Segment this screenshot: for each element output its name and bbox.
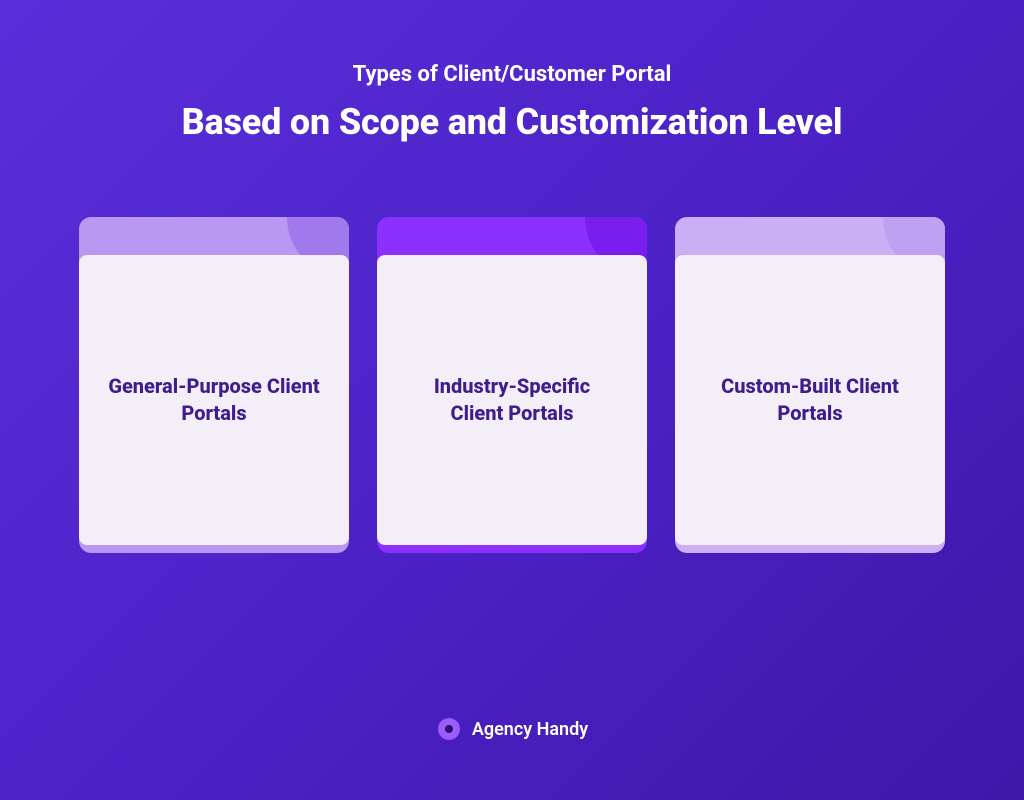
card-body: General-Purpose Client Portals — [79, 255, 349, 545]
card-custom-built: Custom-Built Client Portals — [675, 217, 945, 553]
card-label: General-Purpose Client Portals — [107, 373, 321, 427]
header: Types of Client/Customer Portal Based on… — [0, 0, 1024, 143]
card-general-purpose: General-Purpose Client Portals — [79, 217, 349, 553]
footer: Agency Handy — [0, 716, 1024, 742]
header-title: Based on Scope and Customization Level — [0, 101, 1024, 143]
card-industry-specific: Industry-Specific Client Portals — [377, 217, 647, 553]
card-label: Custom-Built Client Portals — [703, 373, 917, 427]
cards-row: General-Purpose Client Portals Industry-… — [0, 217, 1024, 553]
brand-logo-icon — [436, 716, 462, 742]
card-label: Industry-Specific Client Portals — [405, 373, 619, 427]
card-body: Industry-Specific Client Portals — [377, 255, 647, 545]
card-body: Custom-Built Client Portals — [675, 255, 945, 545]
header-subtitle: Types of Client/Customer Portal — [0, 62, 1024, 87]
brand-name: Agency Handy — [472, 719, 588, 740]
